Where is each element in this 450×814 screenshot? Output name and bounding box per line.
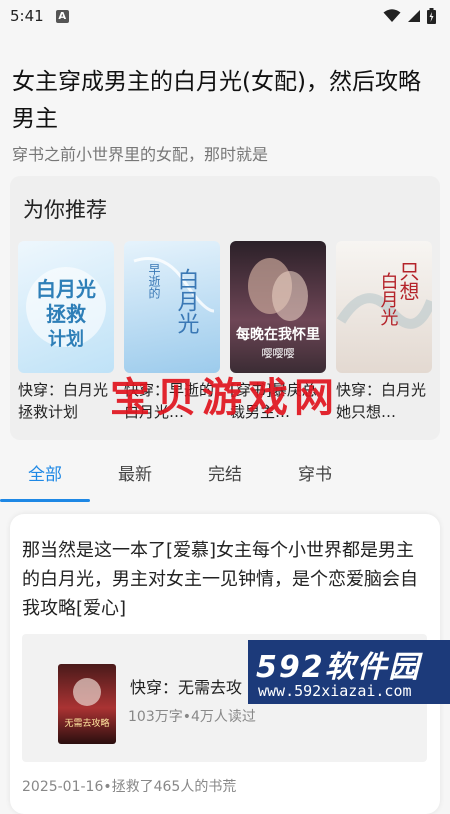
- referenced-book-meta: 103万字•4万人读过: [128, 709, 256, 725]
- status-bar: 5:41 A: [0, 0, 450, 32]
- book-cover[interactable]: 只想 白月光: [336, 241, 432, 373]
- recommend-title: 为你推荐: [23, 198, 107, 222]
- post-subtitle[interactable]: 穿书之前小世界里的女配，那时就是: [12, 141, 442, 165]
- svg-text:计划: 计划: [48, 328, 84, 350]
- book-name[interactable]: [穿书]暴戾总裁男主…: [230, 379, 326, 423]
- battery-icon: [427, 8, 436, 24]
- status-right: [383, 8, 436, 24]
- signal-icon: [408, 10, 420, 22]
- book-name[interactable]: 快穿：白月光她只想…: [336, 379, 432, 423]
- svg-text:无需去攻略: 无需去攻略: [64, 717, 109, 729]
- site-logo-url: www.592xiazai.com: [258, 682, 412, 700]
- comment-text: 那当然是这一本了[爱慕]女主每个小世界都是男主的白月光，男主对女主一见钟情，是个…: [22, 540, 418, 619]
- status-left: 5:41 A: [10, 7, 69, 25]
- wifi-icon: [383, 9, 401, 22]
- cover-art-icon: 只想 白月光: [336, 261, 432, 329]
- book-cover[interactable]: 白月光 早逝的: [124, 241, 220, 373]
- cover-art-icon: 每晚在我怀里 嘤嘤嘤: [236, 258, 320, 360]
- notification-icon: A: [55, 9, 69, 23]
- cover-art-icon: 白月光 拯救 计划: [26, 267, 106, 350]
- comment-footer: 2025-01-16•拯救了465人的书荒: [22, 779, 237, 795]
- recommended-book[interactable]: 只想 白月光 快穿：白月光她只想…: [336, 241, 432, 423]
- tab-completed[interactable]: 完结: [180, 452, 270, 502]
- book-name[interactable]: 快穿：白月光拯救计划: [18, 379, 114, 423]
- svg-text:拯救: 拯救: [46, 302, 86, 326]
- cover-art-icon: 无需去攻略: [64, 678, 110, 729]
- site-logo: 592软件园 www.592xiazai.com: [248, 640, 450, 704]
- status-time: 5:41: [10, 7, 44, 25]
- tab-latest[interactable]: 最新: [90, 452, 180, 502]
- cover-art-icon: 白月光 早逝的: [133, 257, 215, 334]
- svg-text:早逝的: 早逝的: [147, 263, 161, 299]
- svg-text:白月光: 白月光: [36, 277, 96, 301]
- book-name[interactable]: 快穿：早逝的白月光…: [124, 379, 220, 423]
- svg-text:白月光: 白月光: [174, 268, 200, 334]
- book-cover[interactable]: 每晚在我怀里 嘤嘤嘤: [230, 241, 326, 373]
- referenced-book-name[interactable]: 快穿：无需去攻: [130, 674, 242, 698]
- referenced-book-cover[interactable]: 无需去攻略: [58, 664, 116, 744]
- site-logo-title: 592软件园: [256, 650, 421, 685]
- tab-all[interactable]: 全部: [0, 452, 90, 502]
- svg-text:白月光: 白月光: [378, 272, 399, 327]
- svg-text:嘤嘤嘤: 嘤嘤嘤: [262, 347, 295, 360]
- recommend-card: 为你推荐 白月光 拯救 计划 快穿：白月光拯救计划 白月光 早逝的 快穿：早逝的…: [10, 176, 440, 440]
- recommended-book[interactable]: 白月光 早逝的 快穿：早逝的白月光…: [124, 241, 220, 423]
- recommended-book[interactable]: 白月光 拯救 计划 快穿：白月光拯救计划: [18, 241, 114, 423]
- filter-tabs: 全部 最新 完结 穿书: [0, 452, 450, 502]
- book-cover[interactable]: 白月光 拯救 计划: [18, 241, 114, 373]
- post-title: 女主穿成男主的白月光(女配)，然后攻略男主: [12, 69, 421, 132]
- recommended-book[interactable]: 每晚在我怀里 嘤嘤嘤 [穿书]暴戾总裁男主…: [230, 241, 326, 423]
- tab-transmigration[interactable]: 穿书: [270, 452, 360, 502]
- svg-text:只想: 只想: [396, 261, 420, 301]
- svg-text:每晚在我怀里: 每晚在我怀里: [236, 326, 320, 343]
